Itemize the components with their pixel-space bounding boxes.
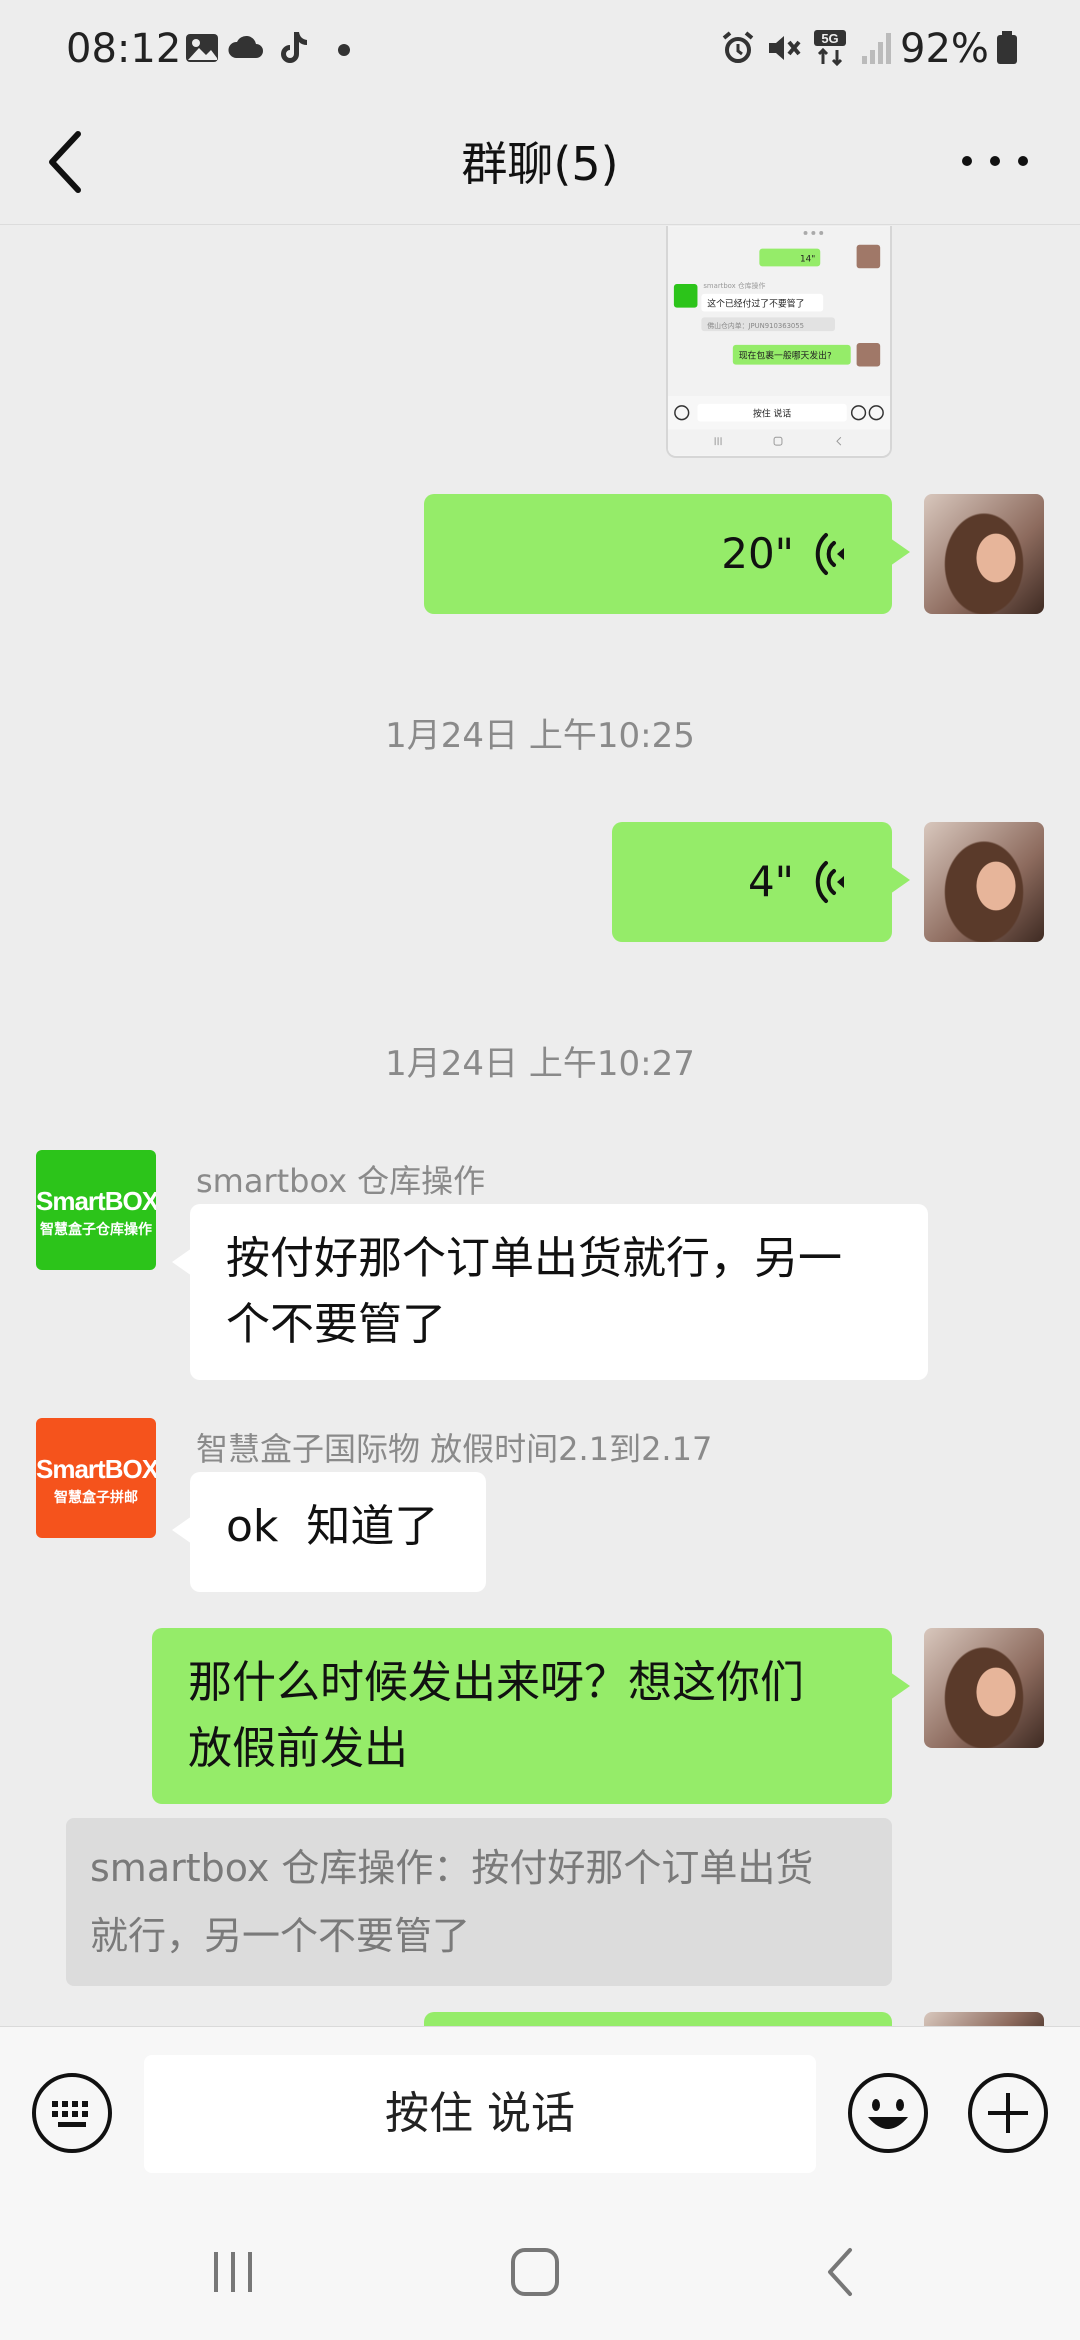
hold-to-talk-button[interactable]: 按住 说话: [144, 2055, 816, 2173]
message-list[interactable]: 14" smartbox 仓库操作 这个已经付过了不要管了 佛山仓内单：JPUN…: [0, 226, 1080, 2026]
logo-brand: SmartBOX: [36, 1454, 156, 1484]
add-button[interactable]: [966, 2071, 1050, 2155]
message-timestamp: 1月24日 上午10:27: [385, 1044, 695, 1084]
voice-wave-icon: [815, 861, 844, 903]
sender-avatar[interactable]: SmartBOX 智慧盒子仓库操作: [36, 1150, 156, 1270]
partial-message[interactable]: [424, 2012, 892, 2026]
message-line: 放假前发出: [188, 1723, 408, 1774]
message-line: ok 知道了: [226, 1501, 439, 1552]
voice-duration: 20": [721, 529, 794, 578]
quote-line: 就行，另一个不要管了: [90, 1914, 471, 1958]
signal-icon: [862, 33, 891, 64]
message-timestamp: 1月24日 上午10:25: [385, 716, 695, 756]
my-avatar[interactable]: [924, 822, 1044, 942]
text-message[interactable]: 按付好那个订单出货就行，另一 个不要管了: [172, 1204, 928, 1380]
text-message[interactable]: 那什么时候发出来呀？想这你们 放假前发出: [152, 1628, 910, 1804]
my-avatar[interactable]: [924, 1628, 1044, 1748]
my-avatar[interactable]: [924, 494, 1044, 614]
status-time: 08:12: [66, 26, 182, 72]
message-line: 个不要管了: [226, 1299, 446, 1350]
text-message[interactable]: ok 知道了: [172, 1472, 486, 1592]
sender-name: smartbox 仓库操作: [196, 1162, 486, 1200]
svg-text:佛山仓内单：JPUN910363055: 佛山仓内单：JPUN910363055: [707, 321, 804, 330]
emoji-button[interactable]: [846, 2071, 930, 2155]
message-line: 那什么时候发出来呀？想这你们: [188, 1657, 804, 1708]
home-button[interactable]: [500, 2240, 570, 2304]
screenshot-thumbnail[interactable]: 14" smartbox 仓库操作 这个已经付过了不要管了 佛山仓内单：JPUN…: [666, 226, 892, 458]
voice-duration: 4": [747, 857, 794, 906]
my-avatar[interactable]: [924, 2012, 1044, 2026]
svg-text:14": 14": [800, 254, 815, 264]
battery-percent: 92%: [900, 26, 989, 72]
mute-icon: [769, 36, 801, 60]
cloud-icon: [228, 35, 263, 58]
chat-header: 群聊(5): [0, 100, 1080, 225]
back-nav-button[interactable]: [806, 2240, 876, 2304]
voice-wave-icon: [815, 533, 844, 575]
dot-icon: [338, 44, 350, 56]
svg-text:现在包裹一般哪天发出?: 现在包裹一般哪天发出?: [739, 350, 832, 362]
svg-text:5G: 5G: [821, 31, 838, 46]
more-options-button[interactable]: [955, 136, 1035, 186]
sender-avatar[interactable]: SmartBOX 智慧盒子拼邮: [36, 1418, 156, 1538]
tiktok-icon: [281, 32, 307, 63]
quoted-message[interactable]: smartbox 仓库操作：按付好那个订单出货 就行，另一个不要管了: [66, 1818, 892, 1986]
system-nav-bar: [0, 2204, 1080, 2340]
gallery-icon: [186, 34, 218, 62]
alarm-icon: [722, 31, 754, 63]
network-5g-icon: 5G: [814, 30, 846, 67]
logo-subtitle: 智慧盒子拼邮: [54, 1489, 138, 1505]
battery-icon: [997, 31, 1017, 64]
logo-brand: SmartBOX: [36, 1186, 156, 1216]
logo-subtitle: 智慧盒子仓库操作: [40, 1221, 152, 1237]
sender-name: 智慧盒子国际物 放假时间2.1到2.17: [196, 1430, 713, 1468]
svg-text:smartbox 仓库操作: smartbox 仓库操作: [703, 281, 765, 290]
message-line: 按付好那个订单出货就行，另一: [226, 1233, 842, 1284]
recent-apps-button[interactable]: [198, 2240, 268, 2304]
input-bar: 按住 说话: [0, 2026, 1080, 2204]
keyboard-toggle-button[interactable]: [30, 2071, 114, 2155]
quote-line: smartbox 仓库操作：按付好那个订单出货: [90, 1846, 814, 1890]
status-bar: 08:12 5G 92%: [0, 0, 1080, 100]
svg-text:按住 说话: 按住 说话: [753, 408, 791, 420]
chat-title: 群聊(5): [461, 137, 619, 191]
voice-message[interactable]: 4": [612, 822, 910, 942]
voice-message[interactable]: 20": [424, 494, 910, 614]
svg-text:这个已经付过了不要管了: 这个已经付过了不要管了: [707, 298, 804, 310]
